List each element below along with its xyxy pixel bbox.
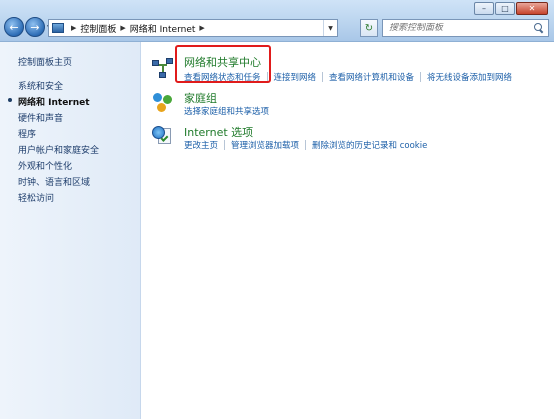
link-change-homepage[interactable]: 更改主页 — [184, 139, 218, 151]
link-view-network-computers[interactable]: 查看网络计算机和设备 — [329, 71, 414, 83]
current-item-bullet-icon — [8, 98, 12, 102]
search-input[interactable] — [389, 23, 529, 33]
category-links-homegroup: 选择家庭组和共享选项 — [184, 105, 269, 117]
window-titlebar: – □ ✕ ← → ▼ ▶ 控制面板 ▶ 网络和 Internet ▶ ▼ ↻ — [0, 0, 554, 42]
sidebar-item-ease-of-access[interactable]: 轻松访问 — [18, 191, 54, 204]
control-panel-icon — [52, 23, 64, 33]
search-icon[interactable] — [534, 23, 544, 33]
search-box[interactable] — [382, 19, 549, 37]
sidebar-item-control-panel-home[interactable]: 控制面板主页 — [18, 55, 72, 68]
address-bar[interactable]: ▶ 控制面板 ▶ 网络和 Internet ▶ ▼ — [48, 19, 338, 37]
link-connect-to-network[interactable]: 连接到网络 — [274, 71, 317, 83]
sidebar-item-user-accounts[interactable]: 用户帐户和家庭安全 — [18, 143, 99, 156]
minimize-button[interactable]: – — [474, 2, 494, 15]
sidebar-item-hardware-sound[interactable]: 硬件和声音 — [18, 111, 63, 124]
refresh-icon: ↻ — [364, 22, 374, 34]
link-add-wireless-device[interactable]: 将无线设备添加到网络 — [427, 71, 512, 83]
sidebar-item-clock-language-region[interactable]: 时钟、语言和区域 — [18, 175, 90, 188]
forward-arrow-icon: → — [30, 20, 40, 34]
back-arrow-icon: ← — [9, 20, 19, 34]
category-title-internet-options[interactable]: Internet 选项 — [184, 124, 253, 140]
network-icon — [152, 58, 176, 80]
category-links-internet-options: 更改主页 管理浏览器加载项 删除浏览的历史记录和 cookie — [184, 139, 427, 151]
refresh-button[interactable]: ↻ — [360, 19, 378, 37]
main-content: 网络和共享中心 查看网络状态和任务 连接到网络 查看网络计算机和设备 将无线设备… — [142, 42, 554, 419]
homegroup-icon — [152, 92, 174, 114]
maximize-button[interactable]: □ — [495, 2, 515, 15]
address-dropdown-icon[interactable]: ▼ — [323, 20, 337, 36]
chevron-right-icon[interactable]: ▶ — [199, 24, 204, 32]
breadcrumb-network-internet[interactable]: 网络和 Internet — [130, 22, 196, 35]
category-title-homegroup[interactable]: 家庭组 — [184, 90, 217, 106]
breadcrumb-control-panel[interactable]: 控制面板 — [80, 22, 116, 35]
chevron-right-icon[interactable]: ▶ — [71, 24, 76, 32]
sidebar-item-network-internet[interactable]: 网络和 Internet — [18, 95, 90, 108]
link-homegroup-sharing-options[interactable]: 选择家庭组和共享选项 — [184, 105, 269, 117]
sidebar-item-system-security[interactable]: 系统和安全 — [18, 79, 63, 92]
close-button[interactable]: ✕ — [516, 2, 548, 15]
back-button[interactable]: ← — [4, 17, 24, 37]
forward-button[interactable]: → — [25, 17, 45, 37]
sidebar-item-appearance[interactable]: 外观和个性化 — [18, 159, 72, 172]
window-controls: – □ ✕ — [474, 2, 548, 15]
sidebar: 控制面板主页 系统和安全 网络和 Internet 硬件和声音 程序 用户帐户和… — [0, 42, 141, 419]
link-delete-browsing-history[interactable]: 删除浏览的历史记录和 cookie — [312, 139, 427, 151]
highlight-annotation-box — [175, 45, 271, 83]
sidebar-item-programs[interactable]: 程序 — [18, 127, 36, 140]
link-manage-addons[interactable]: 管理浏览器加载项 — [231, 139, 299, 151]
chevron-right-icon[interactable]: ▶ — [120, 24, 125, 32]
internet-options-icon — [152, 126, 174, 148]
